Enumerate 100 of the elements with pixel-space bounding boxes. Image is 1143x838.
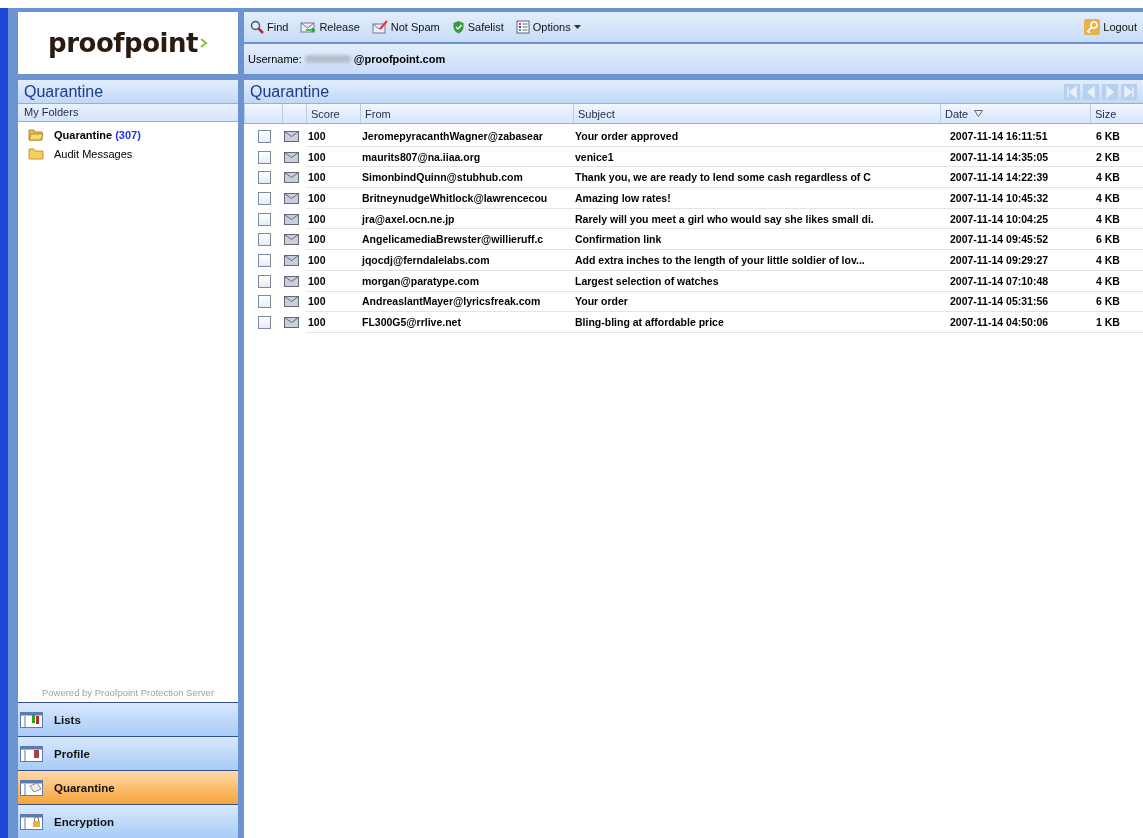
envelope-icon bbox=[284, 254, 299, 266]
list-icon bbox=[515, 20, 530, 34]
table-cell: Confirmation link bbox=[573, 229, 940, 251]
checkbox[interactable] bbox=[258, 233, 271, 247]
table-cell: morgan@paratype.com bbox=[360, 270, 573, 292]
column-header[interactable]: From bbox=[360, 104, 573, 123]
nav-tab[interactable]: Lists bbox=[18, 702, 238, 736]
table-cell: 2007-11-14 14:22:39 bbox=[940, 167, 1090, 189]
table-cell: 2007-11-14 09:29:27 bbox=[940, 250, 1090, 271]
table-cell: 100 bbox=[306, 250, 360, 271]
logo-text: proofpoint bbox=[48, 28, 198, 58]
checkbox[interactable] bbox=[258, 150, 271, 164]
table-cell: 2007-11-14 04:50:06 bbox=[940, 312, 1090, 333]
footer-text: Powered by Proofpoint Protection Server bbox=[40, 686, 216, 700]
checkbox[interactable] bbox=[258, 212, 271, 226]
shield-check-icon bbox=[451, 20, 465, 34]
table-cell: 2007-11-14 14:35:05 bbox=[940, 146, 1090, 168]
table-cell: Rarely will you meet a girl who would say she likes small di. bbox=[573, 208, 940, 230]
table-cell: Add extra inches to the length of your little soldier of lov... bbox=[573, 250, 940, 271]
nav-tab[interactable]: Encryption bbox=[18, 804, 238, 838]
checkbox[interactable] bbox=[258, 191, 271, 205]
table-cell: 2007-11-14 16:11:51 bbox=[940, 126, 1090, 147]
envelope-icon bbox=[284, 151, 299, 163]
table-cell: 2007-11-14 07:10:48 bbox=[940, 270, 1090, 292]
envelope-icon bbox=[284, 130, 299, 142]
folder-item[interactable]: Quarantine (307) bbox=[28, 128, 228, 141]
toolbar-button[interactable]: Release bbox=[298, 20, 362, 34]
nav-tab[interactable]: Quarantine bbox=[18, 770, 238, 804]
column-header[interactable]: Score bbox=[306, 104, 360, 123]
folder-item[interactable]: Audit Messages bbox=[28, 147, 228, 160]
table-cell: 100 bbox=[306, 291, 360, 313]
table-cell: jqocdj@ferndalelabs.com bbox=[360, 250, 573, 271]
envelope-icon bbox=[284, 213, 299, 225]
checkbox[interactable] bbox=[258, 316, 271, 330]
table-cell: 6 KB bbox=[1090, 291, 1143, 313]
table-cell: SimonbindQuinn@stubhub.com bbox=[360, 167, 573, 189]
table-cell: Amazing low rates! bbox=[573, 188, 940, 209]
toolbar-button[interactable]: Options bbox=[513, 20, 583, 34]
table-cell: AndreaslantMayer@lyricsfreak.com bbox=[360, 291, 573, 313]
table-cell: Largest selection of watches bbox=[573, 270, 940, 292]
previous-page-icon bbox=[1083, 83, 1099, 100]
column-header[interactable]: Size bbox=[1090, 104, 1143, 123]
next-page-icon bbox=[1102, 83, 1118, 100]
username-domain: @proofpoint.com bbox=[353, 53, 446, 65]
first-page-icon bbox=[1064, 83, 1080, 100]
nav-tab[interactable]: Profile bbox=[18, 736, 238, 770]
window-icon bbox=[20, 778, 44, 797]
search-icon bbox=[250, 20, 264, 34]
table-cell: 100 bbox=[306, 167, 360, 189]
redacted-mark bbox=[304, 55, 351, 63]
table-cell: 4 KB bbox=[1090, 270, 1143, 292]
toolbar-button[interactable]: Safelist bbox=[449, 20, 506, 34]
column-header[interactable]: Date bbox=[940, 104, 1090, 123]
envelope-icon bbox=[284, 192, 299, 204]
envelope-icon bbox=[284, 296, 299, 308]
table-cell: maurits807@na.iiaa.org bbox=[360, 146, 573, 168]
table-cell: JeromepyracanthWagner@zabasear bbox=[360, 126, 573, 147]
checkbox[interactable] bbox=[258, 171, 271, 185]
username-label: Username: bbox=[248, 53, 302, 65]
panel-title: Quarantine bbox=[18, 80, 238, 104]
window-icon bbox=[20, 812, 44, 831]
envelope-icon bbox=[284, 234, 299, 246]
table-cell: 100 bbox=[306, 126, 360, 147]
table-cell: jra@axel.ocn.ne.jp bbox=[360, 208, 573, 230]
table-cell: 6 KB bbox=[1090, 229, 1143, 251]
table-cell: 100 bbox=[306, 188, 360, 209]
table-cell: 2 KB bbox=[1090, 146, 1143, 168]
checkbox[interactable] bbox=[258, 274, 271, 288]
envelope-icon bbox=[284, 172, 299, 184]
window-icon bbox=[20, 710, 44, 729]
table-cell: 1 KB bbox=[1090, 312, 1143, 333]
table-cell: Your order approved bbox=[573, 126, 940, 147]
checkbox[interactable] bbox=[258, 295, 271, 309]
checkbox[interactable] bbox=[258, 253, 271, 267]
chevron-icon bbox=[199, 37, 208, 49]
column-header[interactable]: Subject bbox=[573, 104, 940, 123]
caret-icon bbox=[573, 25, 581, 29]
table-cell: 100 bbox=[306, 146, 360, 168]
table-cell: Thank you, we are ready to lend some cash regardless of C bbox=[573, 167, 940, 189]
checkbox[interactable] bbox=[258, 129, 271, 143]
last-page-icon bbox=[1121, 83, 1137, 100]
logout-button[interactable]: Logout bbox=[1082, 19, 1139, 35]
table-cell: AngelicamediaBrewster@willieruff.c bbox=[360, 229, 573, 251]
toolbar-button[interactable]: Not Spam bbox=[369, 20, 442, 34]
table-cell: 2007-11-14 05:31:56 bbox=[940, 291, 1090, 313]
table-cell: 4 KB bbox=[1090, 208, 1143, 230]
table-cell: 4 KB bbox=[1090, 167, 1143, 189]
table-cell: 2007-11-14 10:04:25 bbox=[940, 208, 1090, 230]
table-cell: 100 bbox=[306, 312, 360, 333]
table-cell: Your order bbox=[573, 291, 940, 313]
toolbar-button[interactable]: Find bbox=[248, 20, 291, 34]
table-cell: 2007-11-14 10:45:32 bbox=[940, 188, 1090, 209]
table-cell: 2007-11-14 09:45:52 bbox=[940, 229, 1090, 251]
table-cell: 6 KB bbox=[1090, 126, 1143, 147]
table-cell: 100 bbox=[306, 270, 360, 292]
section-header: My Folders bbox=[18, 104, 238, 122]
table-cell: Bling-bling at affordable price bbox=[573, 312, 940, 333]
envelope-icon bbox=[284, 275, 299, 287]
table-cell: 100 bbox=[306, 229, 360, 251]
table-cell: BritneynudgeWhitlock@lawrencecou bbox=[360, 188, 573, 209]
